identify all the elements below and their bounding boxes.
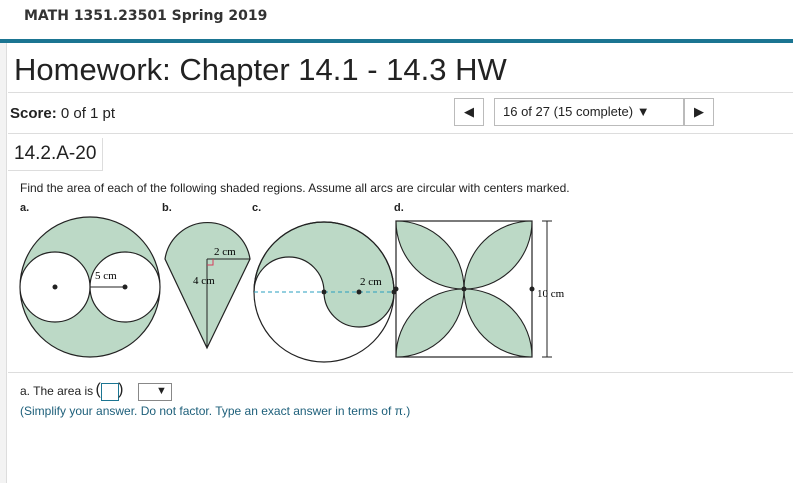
answer-instructions: (Simplify your answer. Do not factor. Ty… xyxy=(20,404,411,418)
section-divider xyxy=(8,372,793,373)
measurement-b-top: 2 cm xyxy=(214,246,236,258)
measurement-a: 5 cm xyxy=(95,270,117,282)
score: Score: 0 of 1 pt xyxy=(10,105,115,122)
next-question-button[interactable]: ▶ xyxy=(684,98,714,126)
measurement-b-side: 4 cm xyxy=(193,275,215,287)
assignment-title: Homework: Chapter 14.1 - 14.3 HW xyxy=(14,52,507,87)
header-accent-bar xyxy=(0,39,793,43)
figure-a: 5 cm xyxy=(19,216,161,358)
answer-prompt: a. The area is xyxy=(20,384,94,399)
score-bar: Score: 0 of 1 pt ◀ 16 of 27 (15 complete… xyxy=(8,92,793,134)
shaded-regions-figure: 5 cm 2 cm 4 cm 2 cm 10 cm xyxy=(19,216,565,363)
question-instruction: Find the area of each of the following s… xyxy=(20,181,570,195)
measurement-c: 2 cm xyxy=(360,276,382,288)
figure-c: 2 cm xyxy=(253,221,397,363)
measurement-d: 10 cm xyxy=(537,288,565,300)
answer-input[interactable] xyxy=(96,381,124,401)
previous-question-button[interactable]: ◀ xyxy=(454,98,484,126)
score-value: 0 of 1 pt xyxy=(60,105,116,122)
unit-dropdown[interactable]: ▼ xyxy=(137,383,172,401)
chevron-down-icon: ▼ xyxy=(155,385,167,397)
figure-d: 10 cm xyxy=(393,220,565,358)
question-selector[interactable]: 16 of 27 (15 complete) ▼ xyxy=(494,98,684,126)
score-label: Score: xyxy=(10,105,57,122)
figure-b: 2 cm 4 cm xyxy=(164,222,251,350)
answer-row: a. The area is ▼ xyxy=(20,381,172,401)
course-title: MATH 1351.23501 Spring 2019 xyxy=(24,8,268,24)
question-navigation: ◀ 16 of 27 (15 complete) ▼ ▶ xyxy=(454,98,714,126)
question-id: 14.2.A-20 xyxy=(8,138,104,171)
